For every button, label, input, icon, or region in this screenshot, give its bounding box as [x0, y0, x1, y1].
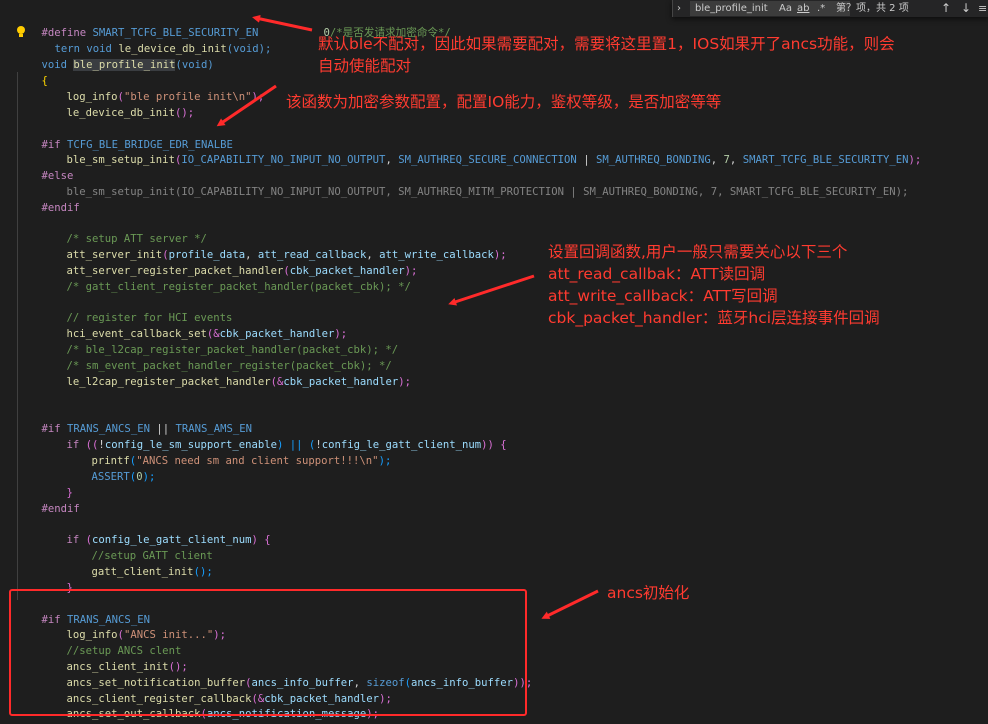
token: (void): [175, 59, 214, 71]
find-result-count: 第？项，共 2 项: [836, 3, 909, 14]
annotation-callbacks-line1: 设置回调函数,用户一般只需要关心以下三个: [548, 243, 848, 261]
ancs-highlight-box: [9, 589, 527, 716]
token: (void);: [226, 43, 272, 55]
token: le_device_db_init: [66, 107, 175, 119]
code-editor[interactable]: #define SMART_TCFG_BLE_SECURITY_EN 0/*是否…: [0, 0, 988, 724]
token: );: [142, 471, 156, 483]
code-line-2: tern void le_device_db_init(void);: [29, 25, 272, 55]
token: ,: [729, 154, 743, 166]
lightbulb-icon[interactable]: [16, 25, 26, 39]
token: #endif: [41, 503, 80, 515]
code-line-1-comment: 0/*是否发请求加密命令*/: [298, 9, 451, 39]
token: ,: [385, 154, 399, 166]
code-line-19: /* sm_event_packet_handler_register(pack…: [41, 342, 392, 372]
code-line-22: if ((!config_le_sm_support_enable) || (!…: [41, 421, 507, 451]
code-line-18: /* ble_l2cap_register_packet_handler(pac…: [41, 326, 399, 356]
code-line-4: {: [16, 57, 48, 87]
token: ) {: [251, 534, 271, 546]
annotation-security: 默认ble不配对，因此如果需要配对，需要将这里置1，IOS如果开了ancs功能，…: [318, 33, 895, 77]
token: )) {: [481, 439, 507, 451]
token: SMART_TCFG_BLE_SECURITY_EN: [742, 154, 909, 166]
find-widget: › Aa ab .* 第？项，共 2 项 ↑ ↓ ≡: [672, 0, 988, 17]
code-line-5: log_info("ble profile init\n");: [41, 73, 265, 103]
annotation-callbacks-line3: att_write_callback：ATT写回调: [548, 287, 778, 305]
token: );: [398, 376, 411, 388]
token: );: [378, 455, 392, 467]
code-line-23: printf("ANCS need sm and client support!…: [66, 437, 392, 467]
code-line-29: gatt_client_init();: [66, 548, 213, 578]
token: #endif: [41, 202, 80, 214]
annotation-sm-setup-text: 该函数为加密参数配置，配置IO能力，鉴权等级，是否加密等等: [286, 93, 722, 111]
arrow-down-icon[interactable]: ↓: [961, 0, 971, 17]
code-line-28: //setup GATT client: [66, 532, 213, 562]
arrow-ancs: [541, 589, 599, 619]
code-line-9: #else: [16, 152, 74, 182]
token: /* gatt_client_register_packet_handler(p…: [66, 281, 411, 293]
token: gatt_client_init: [91, 566, 194, 578]
annotation-callbacks-line4: cbk_packet_handler：蓝牙hci层连接事件回调: [548, 309, 880, 327]
token: SM_AUTHREQ_SECURE_CONNECTION: [398, 154, 577, 166]
token: ble_sm_setup_init: [66, 154, 175, 166]
token: ();: [193, 566, 213, 578]
code-line-12: /* setup ATT server */: [41, 215, 207, 245]
inactive-code: ble_sm_setup_init(IO_CAPABILITY_NO_INPUT…: [66, 186, 909, 198]
token: |: [576, 154, 596, 166]
token: ();: [174, 107, 195, 119]
annotation-sm-setup: 该函数为加密参数配置，配置IO能力，鉴权等级，是否加密等等: [286, 91, 721, 113]
annotation-ancs-init-text: ancs初始化: [607, 584, 690, 602]
token: );: [251, 91, 265, 103]
code-line-11: #endif: [16, 184, 80, 214]
token: );: [493, 249, 507, 261]
search-match-highlight: ble_profile_init: [73, 59, 176, 71]
code-line-17: hci_event_callback_set(&cbk_packet_handl…: [41, 310, 348, 340]
code-line-1: #define SMART_TCFG_BLE_SECURITY_EN: [16, 9, 259, 39]
token: (&: [270, 376, 284, 388]
annotation-security-line2: 自动使能配对: [318, 57, 412, 75]
close-icon[interactable]: ≡: [978, 0, 987, 17]
token: ,: [710, 154, 724, 166]
code-line-14: att_server_register_packet_handler(cbk_p…: [41, 247, 418, 277]
code-line-25: }: [41, 469, 73, 499]
annotation-security-line1: 默认ble不配对，因此如果需要配对，需要将这里置1，IOS如果开了ancs功能，…: [318, 35, 895, 53]
token: "ANCS need sm and client support!!!\n": [136, 455, 379, 467]
token: );: [908, 154, 922, 166]
arrow-up-icon[interactable]: ↑: [941, 0, 951, 17]
code-line-10: ble_sm_setup_init(IO_CAPABILITY_NO_INPUT…: [41, 168, 909, 198]
code-line-3: void ble_profile_init(void): [16, 41, 214, 71]
chevron-right-icon[interactable]: ›: [677, 0, 681, 17]
regex-toggle[interactable]: .*: [817, 0, 825, 17]
code-line-24: ASSERT(0);: [66, 453, 156, 483]
arrow-callbacks: [448, 274, 535, 306]
match-case-toggle[interactable]: Aa: [779, 0, 792, 17]
code-line-21: #if TRANS_ANCS_EN || TRANS_AMS_EN: [16, 405, 253, 435]
code-line-7: #if TCFG_BLE_BRIDGE_EDR_ENALBE: [16, 121, 233, 151]
code-line-27: if (config_le_gatt_client_num) {: [41, 516, 271, 546]
code-line-15: /* gatt_client_register_packet_handler(p…: [41, 263, 411, 293]
code-line-26: #endif: [16, 485, 80, 515]
find-input[interactable]: [690, 1, 850, 16]
token: IO_CAPABILITY_NO_INPUT_NO_OUTPUT: [181, 154, 386, 166]
token: cbk_packet_handler: [283, 376, 399, 388]
code-line-30: }: [41, 564, 73, 594]
annotation-callbacks: 设置回调函数,用户一般只需要关心以下三个 att_read_callbak：AT…: [548, 241, 880, 329]
token: le_l2cap_register_packet_handler: [66, 376, 271, 388]
code-line-13: att_server_init(profile_data, att_read_c…: [41, 231, 507, 261]
annotation-callbacks-line2: att_read_callbak：ATT读回调: [548, 265, 766, 283]
code-line-20: le_l2cap_register_packet_handler(&cbk_pa…: [41, 358, 411, 388]
code-line-16: // register for HCI events: [41, 294, 233, 324]
token: ASSERT: [91, 471, 130, 483]
token: SM_AUTHREQ_BONDING: [595, 154, 711, 166]
annotation-ancs-init: ancs初始化: [607, 582, 689, 604]
code-line-8: ble_sm_setup_init(IO_CAPABILITY_NO_INPUT…: [41, 136, 922, 166]
whole-word-toggle[interactable]: ab: [797, 0, 809, 17]
code-line-6: le_device_db_init();: [41, 89, 195, 119]
